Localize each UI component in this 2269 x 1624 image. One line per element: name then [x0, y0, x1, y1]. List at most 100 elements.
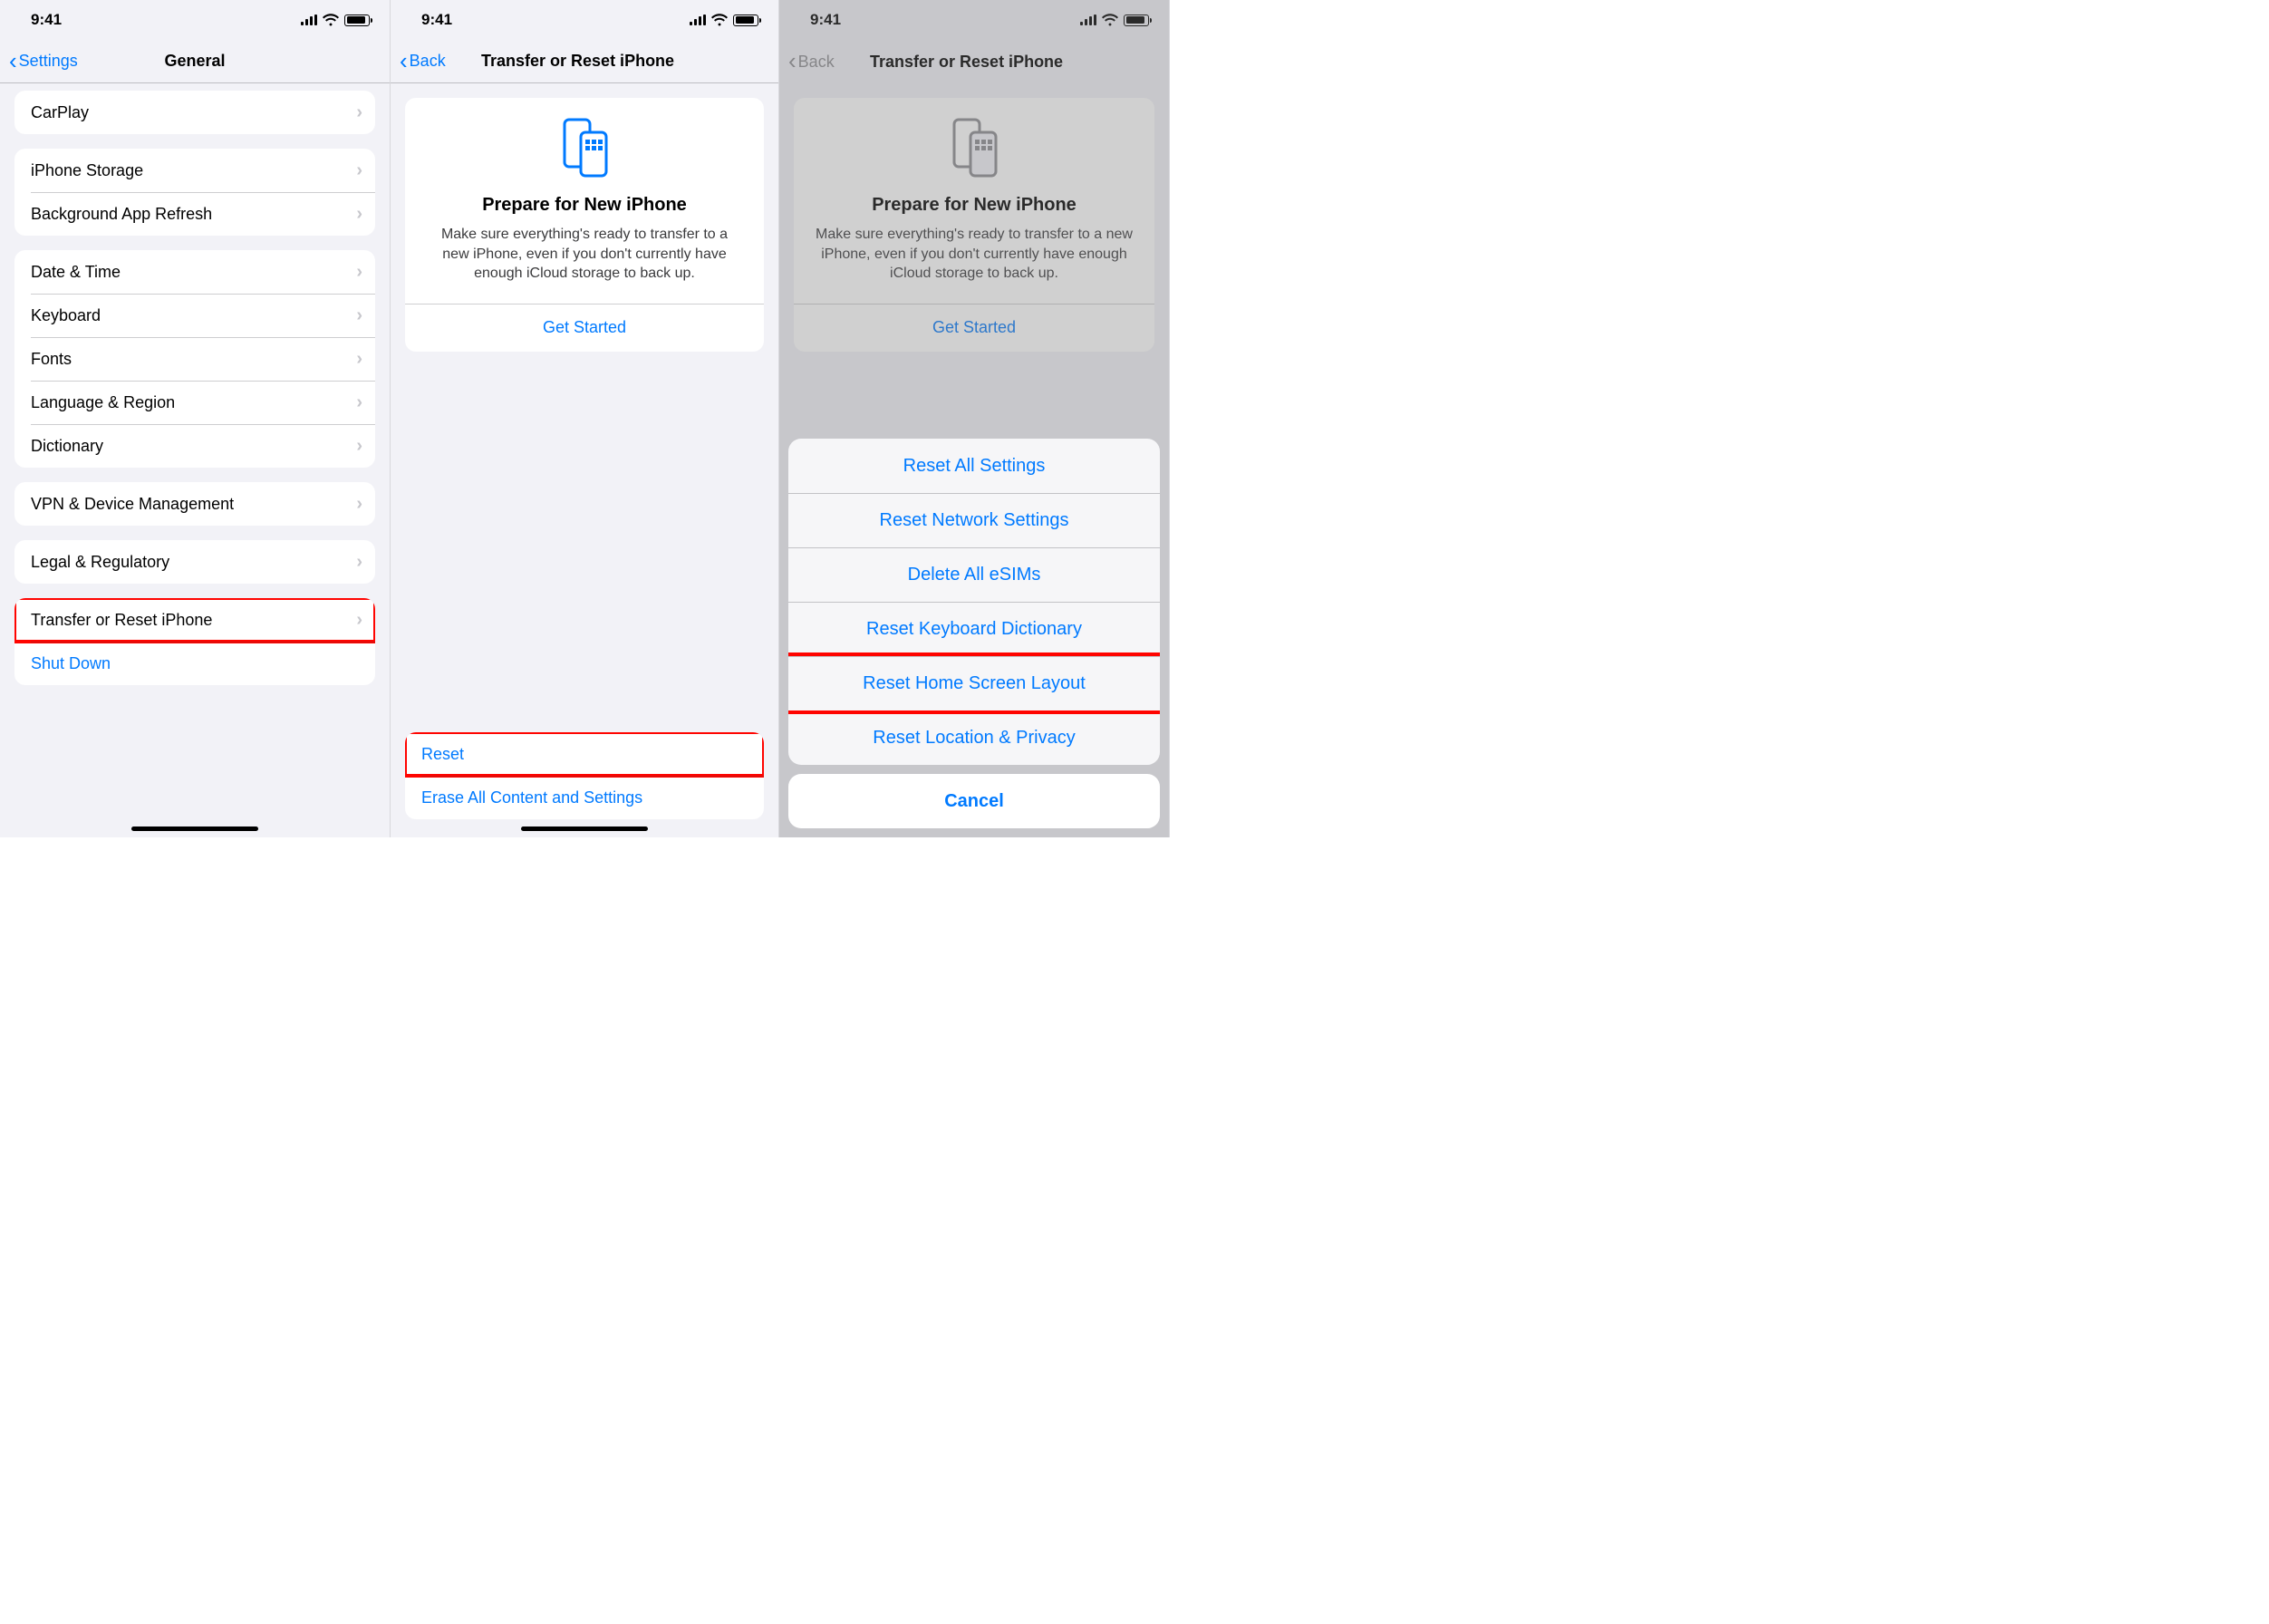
settings-group: Legal & Regulatory›: [14, 540, 375, 584]
row-label: VPN & Device Management: [31, 495, 356, 514]
settings-row-transfer-or-reset-iphone[interactable]: Transfer or Reset iPhone›: [14, 598, 375, 642]
status-bar: 9:41: [779, 0, 1169, 40]
card-title: Prepare for New iPhone: [421, 195, 748, 216]
settings-row-dictionary[interactable]: Dictionary›: [14, 424, 375, 468]
panel-reset-actionsheet: 9:41 ‹ Back Transfer or Reset iPhone Pre…: [779, 0, 1170, 837]
action-sheet-options: Reset All SettingsReset Network Settings…: [788, 439, 1160, 765]
sheet-option-reset-location-privacy[interactable]: Reset Location & Privacy: [788, 710, 1160, 765]
nav-bar: ‹ Settings General: [0, 40, 390, 83]
wifi-icon: [1102, 14, 1118, 26]
get-started-button[interactable]: Get Started: [421, 304, 748, 352]
status-icons: [301, 14, 370, 26]
back-button: ‹ Back: [788, 50, 835, 73]
back-button[interactable]: ‹ Back: [400, 50, 446, 73]
settings-row-language-region[interactable]: Language & Region›: [14, 381, 375, 424]
wifi-icon: [323, 14, 339, 26]
card-description: Make sure everything's ready to transfer…: [810, 225, 1138, 284]
settings-row-carplay[interactable]: CarPlay›: [14, 91, 375, 134]
settings-row-shut-down[interactable]: Shut Down: [14, 642, 375, 685]
status-bar: 9:41: [391, 0, 778, 40]
cellular-icon: [690, 14, 706, 25]
status-time: 9:41: [810, 11, 841, 29]
home-indicator: [521, 826, 648, 831]
nav-bar: ‹ Back Transfer or Reset iPhone: [391, 40, 778, 83]
chevron-left-icon: ‹: [9, 49, 17, 72]
back-label: Back: [798, 53, 835, 72]
back-label: Back: [410, 52, 446, 71]
reset-row-reset[interactable]: Reset: [405, 732, 764, 776]
settings-list[interactable]: CarPlay›iPhone Storage›Background App Re…: [0, 83, 390, 837]
settings-group: Date & Time›Keyboard›Fonts›Language & Re…: [14, 250, 375, 468]
chevron-right-icon: ›: [356, 552, 362, 573]
row-label: Background App Refresh: [31, 205, 356, 224]
row-label: Legal & Regulatory: [31, 553, 356, 572]
status-icons: [690, 14, 758, 26]
page-title: Transfer or Reset iPhone: [481, 52, 778, 71]
panel-general: 9:41 ‹ Settings General CarPlay›iPhone S…: [0, 0, 391, 837]
status-icons: [1080, 14, 1149, 26]
cancel-button[interactable]: Cancel: [788, 774, 1160, 828]
card-description: Make sure everything's ready to transfer…: [421, 225, 748, 284]
home-indicator: [131, 826, 258, 831]
status-time: 9:41: [421, 11, 452, 29]
status-time: 9:41: [31, 11, 62, 29]
row-label: Language & Region: [31, 393, 356, 412]
row-label: Reset: [421, 745, 751, 764]
battery-icon: [344, 14, 370, 26]
sheet-option-reset-network-settings[interactable]: Reset Network Settings: [788, 493, 1160, 547]
chevron-right-icon: ›: [356, 392, 362, 413]
chevron-right-icon: ›: [356, 349, 362, 370]
back-label: Settings: [19, 52, 78, 71]
sheet-option-reset-home-screen-layout[interactable]: Reset Home Screen Layout: [788, 656, 1160, 710]
sheet-option-reset-keyboard-dictionary[interactable]: Reset Keyboard Dictionary: [788, 602, 1160, 656]
row-label: Erase All Content and Settings: [421, 788, 751, 807]
chevron-right-icon: ›: [356, 160, 362, 181]
transfer-content: Prepare for New iPhone Make sure everyth…: [391, 83, 778, 837]
back-button[interactable]: ‹ Settings: [9, 50, 78, 73]
settings-group: CarPlay›: [14, 91, 375, 134]
row-label: Fonts: [31, 350, 356, 369]
settings-row-keyboard[interactable]: Keyboard›: [14, 294, 375, 337]
row-label: CarPlay: [31, 103, 356, 122]
chevron-right-icon: ›: [356, 610, 362, 631]
action-sheet-cancel-group: Cancel: [788, 774, 1160, 828]
settings-row-date-time[interactable]: Date & Time›: [14, 250, 375, 294]
row-label: Transfer or Reset iPhone: [31, 611, 356, 630]
chevron-right-icon: ›: [356, 305, 362, 326]
settings-row-background-app-refresh[interactable]: Background App Refresh›: [14, 192, 375, 236]
row-label: Dictionary: [31, 437, 356, 456]
reset-options-group: Reset Erase All Content and Settings: [405, 732, 764, 819]
reset-action-sheet: Reset All SettingsReset Network Settings…: [788, 439, 1160, 828]
nav-bar: ‹ Back Transfer or Reset iPhone: [779, 40, 1169, 83]
panel-transfer-reset: 9:41 ‹ Back Transfer or Reset iPhone Pre…: [391, 0, 779, 837]
settings-row-legal-regulatory[interactable]: Legal & Regulatory›: [14, 540, 375, 584]
reset-row-erase-all-content-and-settings[interactable]: Erase All Content and Settings: [405, 776, 764, 819]
chevron-left-icon: ‹: [400, 49, 408, 72]
settings-row-iphone-storage[interactable]: iPhone Storage›: [14, 149, 375, 192]
row-label: Shut Down: [31, 654, 362, 673]
sheet-option-reset-all-settings[interactable]: Reset All Settings: [788, 439, 1160, 493]
row-label: Keyboard: [31, 306, 356, 325]
battery-icon: [1124, 14, 1149, 26]
chevron-right-icon: ›: [356, 262, 362, 283]
prepare-card: Prepare for New iPhone Make sure everyth…: [405, 98, 764, 352]
chevron-right-icon: ›: [356, 494, 362, 515]
phones-icon: [810, 116, 1138, 184]
cellular-icon: [1080, 14, 1096, 25]
chevron-left-icon: ‹: [788, 49, 797, 72]
card-title: Prepare for New iPhone: [810, 195, 1138, 216]
prepare-card: Prepare for New iPhone Make sure everyth…: [794, 98, 1154, 352]
settings-group: iPhone Storage›Background App Refresh›: [14, 149, 375, 236]
page-title: Transfer or Reset iPhone: [870, 53, 1169, 72]
chevron-right-icon: ›: [356, 102, 362, 123]
settings-row-fonts[interactable]: Fonts›: [14, 337, 375, 381]
phones-icon: [421, 116, 748, 184]
battery-icon: [733, 14, 758, 26]
settings-row-vpn-device-management[interactable]: VPN & Device Management›: [14, 482, 375, 526]
cellular-icon: [301, 14, 317, 25]
sheet-option-delete-all-esims[interactable]: Delete All eSIMs: [788, 547, 1160, 602]
chevron-right-icon: ›: [356, 204, 362, 225]
chevron-right-icon: ›: [356, 436, 362, 457]
wifi-icon: [711, 14, 728, 26]
get-started-button: Get Started: [810, 304, 1138, 352]
